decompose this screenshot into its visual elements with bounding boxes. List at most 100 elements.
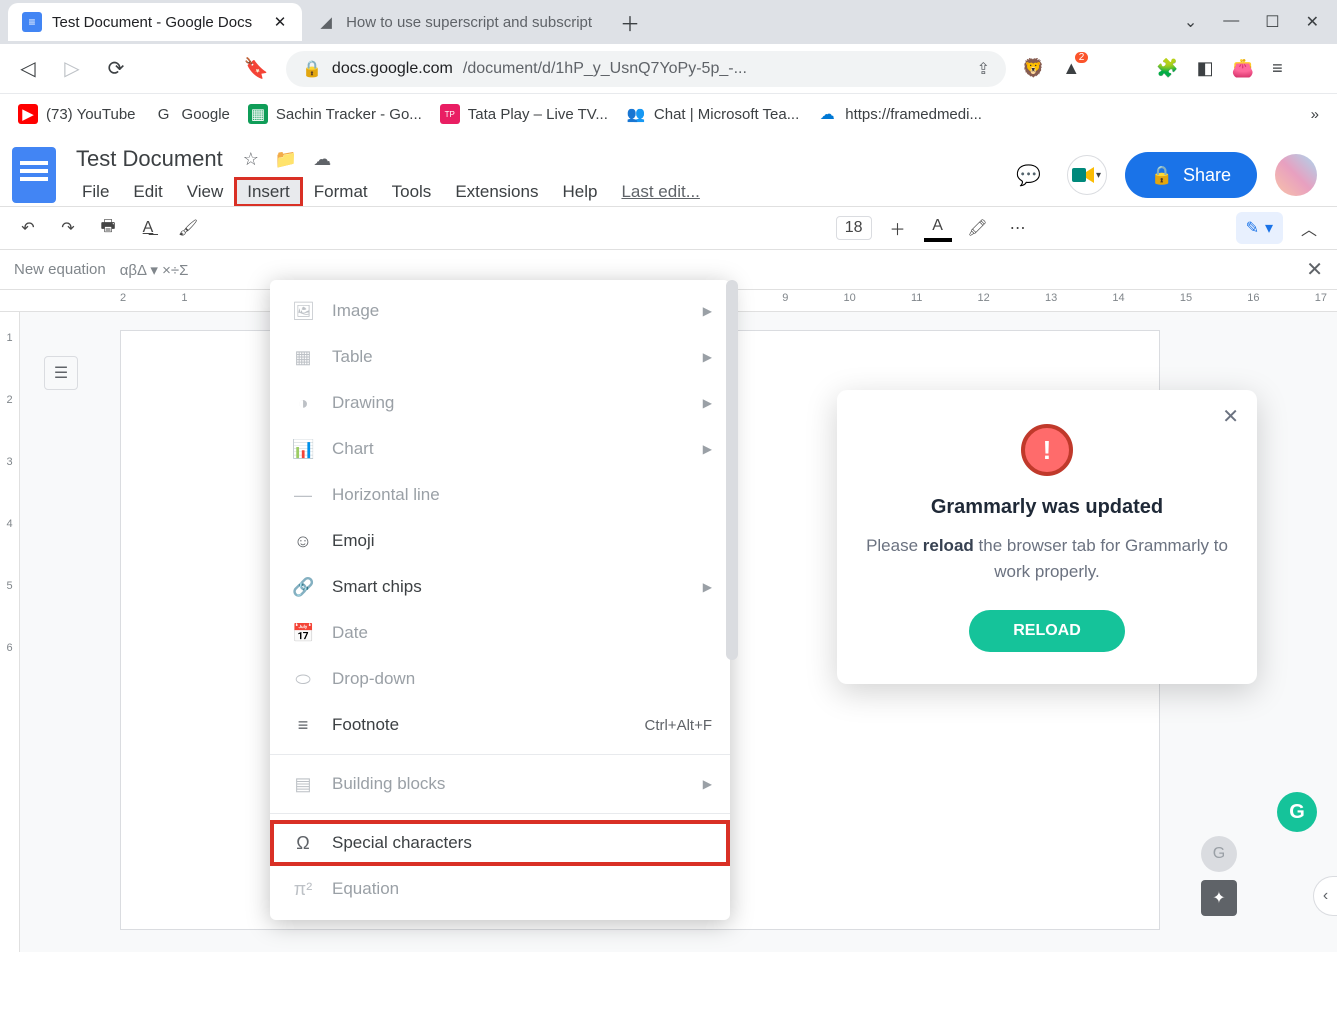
editing-mode[interactable]: ✎▾ <box>1236 212 1283 244</box>
menu-item-table[interactable]: ▦Table▶ <box>270 334 730 380</box>
grammarly-status-icon[interactable]: G <box>1201 836 1237 872</box>
popup-body: Please reload the browser tab for Gramma… <box>865 533 1229 584</box>
share-button[interactable]: 🔒 Share <box>1125 152 1257 198</box>
chevron-right-icon: ▶ <box>703 304 712 318</box>
paint-format-button[interactable]: 🖌 <box>174 214 202 242</box>
new-tab-button[interactable]: ＋ <box>614 6 646 38</box>
pencil-icon: ✎ <box>1246 218 1259 238</box>
maximize-icon[interactable]: ☐ <box>1265 12 1279 32</box>
menu-item-smart-chips[interactable]: 🔗Smart chips▶ <box>270 564 730 610</box>
outline-toggle[interactable]: ☰ <box>44 356 78 390</box>
redo-button[interactable]: ↷ <box>54 214 82 242</box>
bookmark-onedrive[interactable]: ☁https://framedmedi... <box>817 104 982 124</box>
menu-item-drawing[interactable]: ◑Drawing▶ <box>270 380 730 426</box>
close-popup-button[interactable]: ✕ <box>1222 404 1239 429</box>
menu-item-image[interactable]: 🖼Image▶ <box>270 288 730 334</box>
text-color-button[interactable]: A <box>924 214 952 242</box>
wallet-icon[interactable]: 👛 <box>1232 58 1254 79</box>
emoji-icon: ☺ <box>292 531 314 552</box>
last-edit-link[interactable]: Last edit... <box>609 178 711 206</box>
vertical-ruler[interactable]: 123456 <box>0 312 20 952</box>
grammarly-fab[interactable]: G <box>1277 792 1317 832</box>
chevron-right-icon: ▶ <box>703 350 712 364</box>
bookmark-teams[interactable]: 👥Chat | Microsoft Tea... <box>626 104 799 124</box>
address-bar[interactable]: 🔒 docs.google.com /document/d/1hP_y_UsnQ… <box>286 51 1006 87</box>
grammarly-popup: ✕ ! Grammarly was updated Please reload … <box>837 390 1257 684</box>
bookmark-youtube[interactable]: ▶(73) YouTube <box>18 104 136 124</box>
spellcheck-button[interactable]: A̲ <box>134 214 162 242</box>
new-equation-button[interactable]: New equation <box>14 261 106 278</box>
bookmarks-overflow[interactable]: » <box>1311 106 1319 123</box>
menu-item-horizontal-line[interactable]: —Horizontal line <box>270 472 730 518</box>
tab-title: Test Document - Google Docs <box>52 14 252 31</box>
horizontal-line-icon: — <box>292 485 314 506</box>
equation-symbols[interactable]: αβΔ ▾ ×÷Σ <box>120 261 189 279</box>
menu-separator <box>270 813 730 814</box>
side-panel-toggle[interactable]: ‹ <box>1313 876 1337 916</box>
menu-item-label: Date <box>332 623 368 643</box>
close-icon[interactable]: ✕ <box>272 14 288 30</box>
menu-item-special-characters[interactable]: ΩSpecial characters <box>270 820 730 866</box>
docs-logo[interactable] <box>12 147 56 203</box>
collapse-toolbar[interactable]: ︿ <box>1295 214 1323 242</box>
bookmark-google[interactable]: GGoogle <box>154 104 230 124</box>
more-tools[interactable]: ⋯ <box>1004 214 1032 242</box>
menu-insert[interactable]: Insert <box>235 178 302 206</box>
bookmark-sheets[interactable]: ▦Sachin Tracker - Go... <box>248 104 422 124</box>
print-button[interactable]: 🖶 <box>94 214 122 242</box>
star-icon[interactable]: ☆ <box>243 149 259 170</box>
menu-item-chart[interactable]: 📊Chart▶ <box>270 426 730 472</box>
account-avatar[interactable] <box>1275 154 1317 196</box>
drop-down-icon: ⬭ <box>292 669 314 690</box>
bookmark-icon[interactable]: 🔖 <box>242 56 270 81</box>
menu-item-emoji[interactable]: ☺ Emoji <box>270 518 730 564</box>
font-size-input[interactable]: 18 <box>836 216 872 240</box>
move-icon[interactable]: 📁 <box>275 149 297 170</box>
bookmark-tataplay[interactable]: TPTata Play – Live TV... <box>440 104 608 124</box>
sidepanel-icon[interactable]: ◧ <box>1197 58 1214 79</box>
tab-active[interactable]: ≡ Test Document - Google Docs ✕ <box>8 3 302 41</box>
smart-chips-icon: 🔗 <box>292 577 314 598</box>
reload-button[interactable]: RELOAD <box>969 610 1125 652</box>
minimize-icon[interactable]: ― <box>1223 12 1239 32</box>
menu-item-drop-down[interactable]: ⬭Drop-down <box>270 656 730 702</box>
undo-button[interactable]: ↶ <box>14 214 42 242</box>
tab-inactive[interactable]: ◢ How to use superscript and subscript <box>302 3 606 41</box>
menu-item-footnote[interactable]: ≡FootnoteCtrl+Alt+F <box>270 702 730 748</box>
menu-help[interactable]: Help <box>550 178 609 206</box>
chevron-right-icon: ▶ <box>703 777 712 791</box>
chevron-down-icon[interactable]: ⌄ <box>1184 12 1197 32</box>
reload-button[interactable]: ⟳ <box>102 56 130 81</box>
menu-item-date[interactable]: 📅Date <box>270 610 730 656</box>
site-favicon: ◢ <box>316 12 336 32</box>
menu-icon[interactable]: ≡ <box>1272 58 1283 79</box>
meet-button[interactable]: ▾ <box>1067 155 1107 195</box>
menu-item-building-blocks[interactable]: ▤Building blocks▶ <box>270 761 730 807</box>
share-url-icon[interactable]: ⇪ <box>977 59 990 79</box>
font-size-inc[interactable]: ＋ <box>884 214 912 242</box>
menu-file[interactable]: File <box>70 178 121 206</box>
brave-rewards-icon[interactable]: ▲2 <box>1062 58 1080 79</box>
menu-tools[interactable]: Tools <box>380 178 444 206</box>
comments-button[interactable]: 💬 <box>1009 155 1049 195</box>
extensions-icon[interactable]: 🧩 <box>1156 58 1178 79</box>
brave-shield-icon[interactable]: 🦁 <box>1022 58 1044 79</box>
menu-extensions[interactable]: Extensions <box>443 178 550 206</box>
doc-title[interactable]: Test Document <box>70 144 229 174</box>
menu-item-equation[interactable]: π²Equation <box>270 866 730 912</box>
menu-edit[interactable]: Edit <box>121 178 174 206</box>
forward-button[interactable]: ▷ <box>58 56 86 81</box>
close-equation-bar[interactable]: ✕ <box>1306 257 1323 282</box>
menu-format[interactable]: Format <box>302 178 380 206</box>
close-window-icon[interactable]: ✕ <box>1306 12 1319 32</box>
highlight-button[interactable]: 🖍 <box>964 214 992 242</box>
explore-button[interactable]: ✦ <box>1201 880 1237 916</box>
menu-view[interactable]: View <box>175 178 236 206</box>
docs-favicon: ≡ <box>22 12 42 32</box>
back-button[interactable]: ◁ <box>14 56 42 81</box>
menu-bar: File Edit View Insert Format Tools Exten… <box>70 178 995 206</box>
menu-item-label: Special characters <box>332 833 472 853</box>
menu-item-label: Emoji <box>332 531 375 551</box>
cloud-status-icon[interactable]: ☁ <box>313 149 331 170</box>
url-host: docs.google.com <box>332 60 453 78</box>
